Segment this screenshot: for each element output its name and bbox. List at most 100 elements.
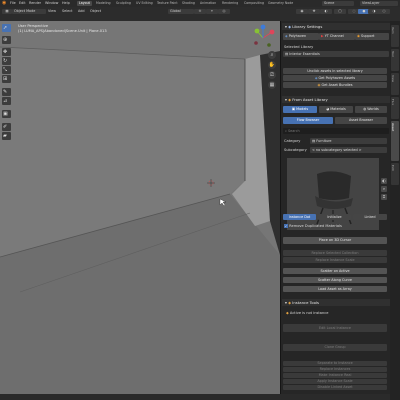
rendered-shading-icon[interactable]: ○ (378, 9, 390, 14)
pan-hand-icon[interactable]: ✋ (268, 61, 276, 69)
library-settings-header[interactable]: ▾ ◆ Library Settings (282, 23, 390, 30)
workspace-tab-shading[interactable]: Shading (180, 1, 197, 6)
disable-linked-asset-label: Disable Linked Asset (317, 385, 353, 389)
thumbnail-zoom-icon[interactable]: ⌕ (381, 186, 387, 192)
menu-help[interactable]: Help (62, 1, 70, 5)
make-instance-real-button[interactable]: Make Instance Real (283, 373, 387, 378)
workspace-tab-uv-editing[interactable]: UV Editing (134, 1, 155, 6)
transform-tool[interactable]: ⊞ (2, 75, 11, 83)
polyhaven-button[interactable]: ◈ Polyhaven (283, 33, 319, 40)
workspace-tab-modeling[interactable]: Modeling (94, 1, 113, 6)
support-button[interactable]: ◉ Support (355, 33, 389, 40)
3d-viewport[interactable]: User Perspective (1) LUMA_APS|Abandoned|… (0, 21, 280, 400)
navigation-gizmo[interactable] (248, 23, 278, 51)
view-layer-selector[interactable]: ViewLayer (360, 1, 398, 6)
add-cube-tool[interactable]: ▣ (2, 110, 11, 118)
mode-selector[interactable]: Object Mode (12, 9, 46, 14)
apply-instance-scale-button[interactable]: Apply Instance Scale (283, 379, 387, 384)
workspace-tab-geometry-nodes[interactable]: Geometry Node (266, 1, 295, 6)
subcategory-selector[interactable]: < no subcategory selected > (310, 147, 387, 153)
disable-linked-asset-button[interactable]: Disable Linked Asset (283, 385, 387, 390)
menu-render[interactable]: Render (29, 1, 41, 5)
sidebar-tab-item[interactable]: Item (391, 25, 399, 47)
ortho-grid-icon[interactable]: ▦ (268, 81, 276, 89)
paint-tool[interactable]: ▰ (2, 132, 11, 140)
cursor-tool[interactable]: ⊕ (2, 36, 11, 44)
initialize-toggle[interactable]: Initialize (318, 214, 351, 220)
overlays-icon[interactable]: ◐ (320, 9, 332, 14)
scene-selector[interactable]: Scene (322, 1, 354, 6)
editor-type-icon[interactable]: ▦ (2, 9, 12, 14)
workspace-tab-compositing[interactable]: Compositing (242, 1, 266, 6)
xray-icon[interactable]: ▢ (334, 9, 346, 14)
orientation-label: Global (170, 9, 181, 13)
visibility-icon[interactable]: ◉ (296, 9, 308, 14)
proportional-editing-icon[interactable]: ◎ (218, 9, 230, 14)
cube-icon: ▣ (3, 111, 8, 117)
zoom-icon[interactable]: ⌕ (268, 51, 276, 59)
asset-browser-button[interactable]: Asset Browser (335, 117, 387, 124)
get-asset-bundles-button[interactable]: ◉ Get Asset Bundles (283, 82, 387, 88)
yt-channel-button[interactable]: ▶ YT Channel (319, 33, 355, 40)
menu-add[interactable]: Add (76, 9, 87, 14)
annotate-tool[interactable]: ✎ (2, 88, 11, 96)
transform-orientation-selector[interactable]: Global (168, 9, 194, 14)
flow-browser-button[interactable]: Flow Browser (283, 117, 333, 124)
sidebar-tab-edit[interactable]: Edit (391, 163, 399, 185)
replace-selected-collection-button[interactable]: Replace Selected Collection (283, 250, 387, 256)
scatter-along-curve-button[interactable]: Scatter Along Curve (283, 277, 387, 283)
menu-select[interactable]: Select (60, 9, 74, 14)
unclick-assets-button[interactable]: Unclick assets in selected library (283, 68, 387, 74)
clone-group-button[interactable]: Clone Group (283, 344, 387, 351)
workspace-tab-rendering[interactable]: Rendering (220, 1, 240, 6)
remove-duplicates-checkbox[interactable]: ✓ Remove Duplicated Materials (284, 224, 342, 229)
sidebar-tab-view[interactable]: View (391, 73, 399, 95)
collapse-arrow-icon: ▾ (285, 300, 287, 305)
worlds-tab[interactable]: ◍ Worlds (355, 106, 387, 113)
materials-tab[interactable]: ◕ Materials (319, 106, 353, 113)
asset-library-header[interactable]: ▾ ◆ From Asset Library (282, 96, 390, 103)
replace-instances-button[interactable]: Replace Instances (283, 367, 387, 372)
library-selector[interactable]: ▤ Interior Essentials (283, 51, 389, 57)
load-asset-as-array-button[interactable]: Load Asset as Array (283, 286, 387, 292)
workspace-tab-sculpting[interactable]: Sculpting (114, 1, 133, 6)
thumbnail-tag-icon[interactable]: ⌗ (381, 194, 387, 200)
linked-toggle[interactable]: Linked (353, 214, 387, 220)
models-tab[interactable]: ▣ Models (283, 106, 317, 113)
workspace-tab-texture-paint[interactable]: Texture Paint (155, 1, 180, 6)
sidebar-tab-asset[interactable]: Asset (391, 121, 399, 161)
sidebar-tab-tool[interactable]: Tool (391, 49, 399, 71)
menu-edit[interactable]: Edit (19, 1, 26, 5)
brush-tool[interactable]: ✐ (2, 123, 11, 131)
get-polyhaven-assets-button[interactable]: ◈ Get Polyhaven Assets (283, 75, 387, 81)
measure-tool[interactable]: ⊿ (2, 97, 11, 105)
place-on-3d-cursor-button[interactable]: Place on 3D Cursor (283, 237, 387, 244)
menu-window[interactable]: Window (45, 1, 58, 5)
blender-logo-icon[interactable]: ◉ (2, 0, 6, 6)
scale-tool[interactable]: ⤡ (2, 66, 11, 74)
move-tool[interactable]: ✥ (2, 48, 11, 56)
instance-dot-toggle[interactable]: Instance Dot (283, 214, 316, 220)
thumbnail-view-icon[interactable]: ◐ (381, 178, 387, 184)
edit-local-instance-button[interactable]: Edit Local Instance (283, 324, 387, 332)
scatter-on-active-button[interactable]: Scatter on Active (283, 268, 387, 274)
snap-icon[interactable]: ⌖ (206, 9, 218, 14)
menu-object[interactable]: Object (88, 9, 103, 14)
sidebar-tab-flux[interactable]: Flux (391, 97, 399, 119)
gizmo-icon[interactable]: ✥ (308, 9, 320, 14)
camera-icon[interactable]: ⎚ (268, 71, 276, 79)
separate-to-instance-button[interactable]: Separate to Instance (283, 361, 387, 366)
select-box-tool[interactable]: ➚ (2, 24, 11, 32)
menu-view[interactable]: View (46, 9, 58, 14)
menu-file[interactable]: File (10, 1, 16, 5)
pivot-icon[interactable]: ⊙ (194, 9, 206, 14)
workspace-tab-layout[interactable]: Layout (77, 1, 92, 6)
ruler-icon: ⊿ (3, 98, 8, 104)
instance-tools-header[interactable]: ▾ ◆ Instance Tools (282, 299, 390, 306)
rotate-tool[interactable]: ↻ (2, 57, 11, 65)
workspace-tab-animation[interactable]: Animation (198, 1, 218, 6)
asset-search-input[interactable]: ⌕ Search (283, 128, 389, 134)
category-selector[interactable]: ▤ Furniture (310, 138, 387, 144)
polyhaven-small-icon: ◈ (314, 76, 318, 80)
replace-instance-scale-button[interactable]: Replace Instance Scale (283, 257, 387, 263)
